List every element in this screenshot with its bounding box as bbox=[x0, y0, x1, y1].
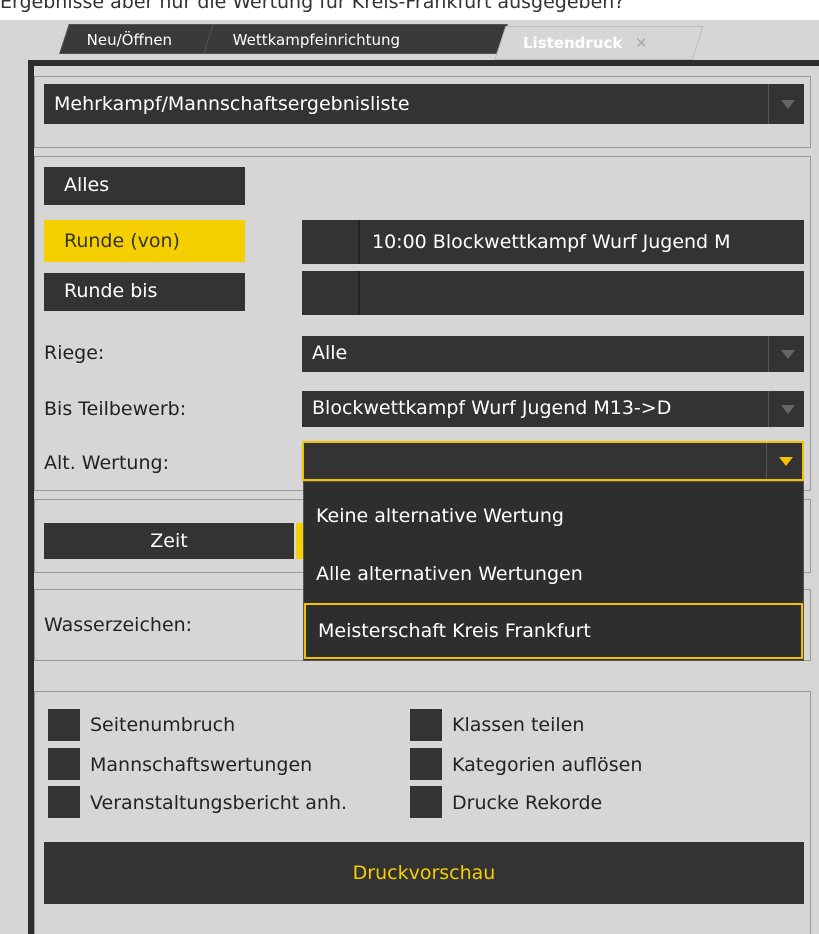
bis-teilbewerb-label: Bis Teilbewerb: bbox=[44, 398, 187, 420]
checkbox-print-records[interactable] bbox=[410, 786, 442, 818]
field-divider bbox=[358, 271, 360, 315]
round-to-field[interactable] bbox=[302, 271, 804, 315]
checkbox-split-classes[interactable] bbox=[410, 709, 442, 741]
list-type-value: Mehrkampf/Mannschaftsergebnisliste bbox=[54, 93, 410, 115]
print-preview-button[interactable]: Druckvorschau bbox=[44, 842, 804, 904]
round-from-value: 10:00 Blockwettkampf Wurf Jugend M bbox=[372, 231, 731, 253]
dropdown-option[interactable]: Keine alternative Wertung bbox=[304, 488, 803, 544]
all-button[interactable]: Alles bbox=[44, 167, 245, 205]
dropdown-option-selected[interactable]: Meisterschaft Kreis Frankfurt bbox=[304, 603, 803, 659]
tab-bar: Neu/Öffnen Wettkampfeinrichtung Listendr… bbox=[0, 20, 819, 60]
tab-new-open-label: Neu/Öffnen bbox=[86, 31, 173, 49]
riege-select[interactable]: Alle bbox=[302, 336, 804, 372]
top-strip: Ergebnisse aber nur die Wertung für Krei… bbox=[0, 0, 819, 20]
checkbox-print-records-label: Drucke Rekorde bbox=[452, 792, 603, 814]
time-button[interactable]: Zeit bbox=[44, 523, 294, 559]
dropdown-option[interactable]: Alle alternativen Wertungen bbox=[304, 546, 803, 602]
checkbox-resolve-categories[interactable] bbox=[410, 748, 442, 780]
watermark-label: Wasserzeichen: bbox=[44, 614, 193, 636]
round-from-button[interactable]: Runde (von) bbox=[44, 220, 245, 262]
chevron-down-icon bbox=[766, 443, 802, 479]
bis-teilbewerb-value: Blockwettkampf Wurf Jugend M13->D bbox=[312, 397, 672, 419]
chevron-down-icon bbox=[768, 391, 804, 427]
tab-competition-setup[interactable]: Wettkampfeinrichtung bbox=[203, 24, 508, 54]
tab-list-print[interactable]: Listendruck ✕ bbox=[494, 26, 704, 60]
close-icon[interactable]: ✕ bbox=[635, 27, 648, 59]
round-to-button[interactable]: Runde bis bbox=[44, 273, 245, 311]
tab-list-print-label: Listendruck bbox=[523, 34, 623, 52]
alt-wertung-select[interactable] bbox=[302, 441, 804, 481]
field-divider bbox=[358, 220, 360, 264]
checkbox-team-scores[interactable] bbox=[48, 748, 80, 780]
tab-competition-setup-label: Wettkampfeinrichtung bbox=[232, 31, 401, 49]
checkbox-resolve-categories-label: Kategorien auflösen bbox=[452, 754, 643, 776]
checkbox-event-report-label: Veranstaltungsbericht anh. bbox=[90, 792, 348, 814]
chevron-down-icon bbox=[768, 336, 804, 372]
top-strip-text: Ergebnisse aber nur die Wertung für Krei… bbox=[0, 0, 625, 13]
riege-value: Alle bbox=[312, 342, 348, 364]
alt-wertung-dropdown: Keine alternative Wertung Alle alternati… bbox=[303, 481, 804, 661]
checkbox-team-scores-label: Mannschaftswertungen bbox=[90, 754, 313, 776]
checkbox-split-classes-label: Klassen teilen bbox=[452, 714, 585, 736]
riege-label: Riege: bbox=[44, 342, 105, 364]
bis-teilbewerb-select[interactable]: Blockwettkampf Wurf Jugend M13->D bbox=[302, 391, 804, 427]
checkbox-event-report[interactable] bbox=[48, 786, 80, 818]
round-from-field[interactable]: 10:00 Blockwettkampf Wurf Jugend M bbox=[302, 220, 804, 264]
tab-new-open[interactable]: Neu/Öffnen bbox=[59, 24, 219, 54]
checkbox-page-break-label: Seitenumbruch bbox=[90, 714, 236, 736]
alt-wertung-label: Alt. Wertung: bbox=[44, 452, 169, 474]
chevron-down-icon bbox=[768, 84, 804, 124]
list-type-select[interactable]: Mehrkampf/Mannschaftsergebnisliste bbox=[44, 84, 804, 124]
checkbox-page-break[interactable] bbox=[48, 709, 80, 741]
